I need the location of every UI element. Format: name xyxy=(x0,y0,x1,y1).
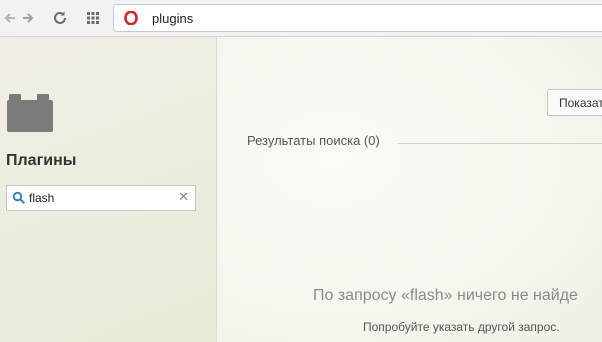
plugin-brick-icon xyxy=(7,94,53,132)
hint-text: Попробуйте указать другой запрос. xyxy=(363,320,560,334)
opera-logo-icon xyxy=(124,10,138,26)
forward-arrow-icon[interactable] xyxy=(18,8,38,28)
close-icon[interactable]: ✕ xyxy=(178,190,189,203)
page-title: Плагины xyxy=(6,152,77,169)
reload-icon[interactable] xyxy=(50,8,70,28)
sidebar: Плагины ✕ xyxy=(0,37,217,342)
no-results-message: По запросу «flash» ничего не найде xyxy=(313,287,578,304)
browser-toolbar: plugins xyxy=(0,0,602,37)
show-button[interactable]: Показат xyxy=(547,89,602,116)
address-bar[interactable]: plugins xyxy=(113,4,602,32)
grid-icon[interactable] xyxy=(83,8,103,28)
search-box[interactable]: ✕ xyxy=(6,185,196,211)
back-arrow-icon[interactable] xyxy=(0,8,20,28)
divider xyxy=(398,143,602,144)
url-text[interactable]: plugins xyxy=(152,11,193,26)
search-icon xyxy=(12,191,26,205)
main-content: Показат Результаты поиска (0) По запросу… xyxy=(218,37,602,342)
search-input[interactable] xyxy=(29,189,179,207)
results-heading: Результаты поиска (0) xyxy=(247,133,380,148)
